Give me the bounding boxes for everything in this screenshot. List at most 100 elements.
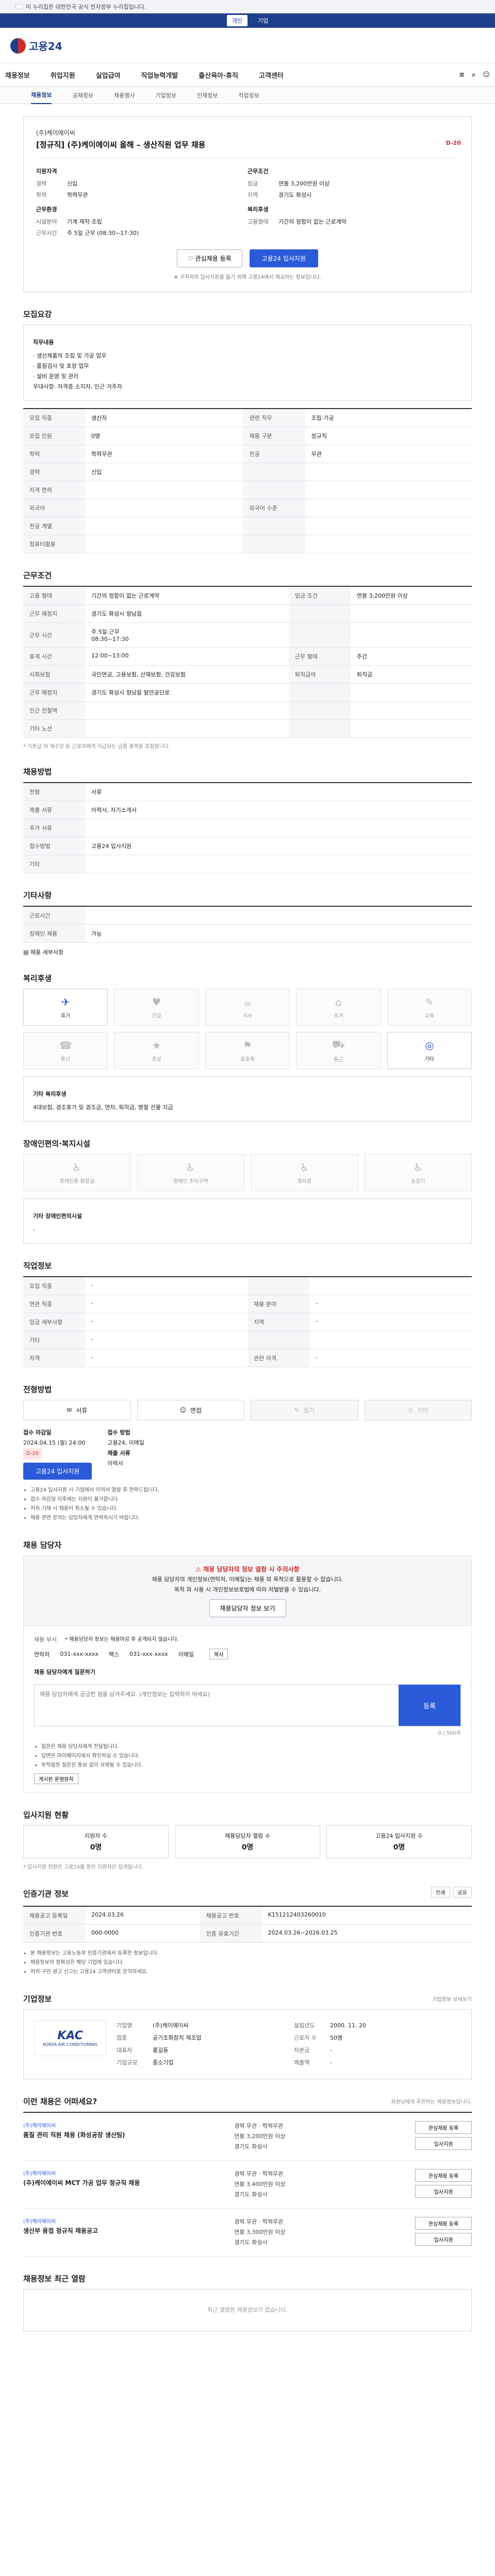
- qa-input[interactable]: [35, 1685, 399, 1726]
- copy-button[interactable]: 복사: [209, 1649, 228, 1659]
- subnav-item[interactable]: 인재정보: [197, 91, 218, 99]
- posting-tool-button[interactable]: 공유: [453, 1887, 472, 1897]
- accessibility-icon: ♿: [413, 1161, 423, 1174]
- table-row: 컴퓨터활용: [23, 535, 472, 553]
- method-note: 채용 관련 문의는 담당자에게 연락하시기 바랍니다.: [30, 1514, 472, 1523]
- recommend-item[interactable]: (주)케이에이씨 품질 관리 직원 채용 (화성공장 생산팀) 경력 무관 · 학력…: [23, 2113, 472, 2161]
- recommend-company[interactable]: (주)케이에이씨: [23, 2121, 234, 2129]
- row-key: 컴퓨터활용: [23, 535, 85, 553]
- welfare-label: 휴가: [60, 1013, 71, 1019]
- recommend-scrap-button[interactable]: 관심채용 등록: [415, 2121, 472, 2134]
- extra-table: 근로시간 장애인 채용 가능: [23, 906, 472, 943]
- table-row: 인근 전철역: [23, 701, 472, 720]
- info-value: 기계 제작·조립: [67, 218, 102, 225]
- scrap-button[interactable]: ♡ 관심채용 등록: [177, 249, 242, 267]
- subnav-item[interactable]: 공채정보: [72, 91, 93, 99]
- gnb-item[interactable]: 실업급여: [96, 70, 121, 80]
- recommend-title[interactable]: 생산부 용접 정규직 채용공고: [23, 2226, 234, 2235]
- recommend-detail: 연봉 3,200만원 이상: [234, 2133, 286, 2140]
- company-more-link[interactable]: 기업정보 상세보기: [432, 1995, 472, 2003]
- table-row: 전형 서류: [23, 783, 472, 801]
- table-row: 근무 시간 주 5일 근무 08:30~17:30: [23, 622, 472, 648]
- dept-label: 채용 부서: [34, 1636, 57, 1643]
- recommend-item[interactable]: (주)케이에이씨 (주)케이에이씨 MCT 가공 업무 정규직 채용 경력 무관 ·…: [23, 2161, 472, 2209]
- pencil-icon: ✎: [425, 995, 434, 1008]
- qualification-heading: 지원자격: [36, 168, 57, 175]
- subnav-item[interactable]: 채용행사: [114, 91, 135, 99]
- gnb-item[interactable]: 채용정보: [5, 70, 30, 80]
- recommend-company[interactable]: (주)케이에이씨: [23, 2217, 234, 2225]
- menu-icon[interactable]: ≡: [459, 71, 465, 79]
- subnav-item[interactable]: 직업정보: [238, 91, 259, 99]
- table-row: 접수방법 고용24 입사지원: [23, 837, 472, 855]
- contact-title: 채용 담당자: [23, 1540, 62, 1550]
- gnb-item[interactable]: 고객센터: [259, 70, 284, 80]
- table-row: 장애인 채용 가능: [23, 924, 472, 943]
- gnb-item[interactable]: 직업능력개발: [141, 70, 178, 80]
- recommend-scrap-button[interactable]: 관심채용 등록: [415, 2217, 472, 2230]
- topbar-individual[interactable]: 개인: [226, 15, 248, 26]
- korea-flag-icon: [15, 4, 23, 9]
- apply-button[interactable]: 고용24 입사지원: [249, 249, 318, 267]
- search-icon[interactable]: ⌕: [472, 71, 475, 79]
- method-apply-button[interactable]: 고용24 입사지원: [23, 1463, 92, 1480]
- person-icon: ☺: [179, 1406, 186, 1414]
- recruit-table: 모집 직종 생산직 관련 직무 조립·가공 모집 인원 0명 채용 구분 정규직 학력 학력무관 전…: [23, 408, 472, 553]
- duty-line: 우대사항: 자격증 소지자, 인근 거주자: [33, 383, 122, 390]
- recommend-title[interactable]: (주)케이에이씨 MCT 가공 업무 정규직 채용: [23, 2178, 234, 2187]
- contact-warning: ⚠ 채용 담당자의 정보 열람 시 주의사항: [195, 1566, 300, 1573]
- extra-detail-link[interactable]: ▤ 채용 세부사항: [23, 948, 472, 956]
- recommend-apply-button[interactable]: 입사지원: [415, 2233, 472, 2246]
- row-key2: 관련 직무: [243, 409, 305, 427]
- table-row: 휴게 시간 12:00~13:00 근무 형태 주간: [23, 647, 472, 666]
- recommend-detail: 경력 무관 · 학력무관: [234, 2171, 284, 2177]
- screening-table: 전형 서류 제출 서류 이력서, 자기소개서 추가 서류 접수방법 고용24 입사지원 기타: [23, 782, 472, 873]
- info-value: 신입: [67, 180, 78, 187]
- method-label: 기타: [417, 1406, 429, 1414]
- contact-line1: 채용 담당자의 개인정보(연락처, 이메일)는 채용 외 목적으로 활용할 수 …: [152, 1576, 343, 1583]
- row-key2: 외국어 수준: [243, 499, 305, 517]
- row-key: 인증기관 번호: [23, 1924, 85, 1943]
- status-value: 0명: [90, 1843, 102, 1852]
- row-key: 모집 직종: [23, 1277, 85, 1295]
- recommend-apply-button[interactable]: 입사지원: [415, 2137, 472, 2150]
- subnav-item[interactable]: 기업정보: [155, 91, 176, 99]
- view-contact-button[interactable]: 채용담당자 정보 보기: [209, 1599, 286, 1617]
- apply-method-label: 접수 방법: [107, 1429, 130, 1436]
- info-value: 주 5일 근무 (08:30~17:30): [67, 230, 139, 236]
- qa-submit-button[interactable]: 등록: [399, 1685, 460, 1726]
- welfare-label: 통근: [334, 1057, 343, 1063]
- rules-button[interactable]: 게시판 운영원칙: [34, 1773, 78, 1784]
- table-row: 기타 -: [23, 1331, 472, 1349]
- user-icon[interactable]: ☺: [483, 71, 490, 79]
- row-value2: 정규직: [305, 427, 472, 445]
- company-info-row: 기업규모 중소기업: [117, 2057, 284, 2069]
- row-value2: 조립·가공: [305, 409, 472, 427]
- info-row: 시설분야 기계 제작·조립: [36, 216, 248, 228]
- pwd-label: 장애인 주차구역: [173, 1178, 208, 1184]
- gnb-item[interactable]: 취업지원: [51, 70, 75, 80]
- gnb-item[interactable]: 출산육아·휴직: [199, 70, 238, 80]
- row-key: 경력: [23, 463, 85, 481]
- extra-title: 기타사항: [23, 891, 52, 900]
- company-info-value: 50명: [330, 2035, 343, 2041]
- row-value2: -: [309, 1295, 472, 1313]
- recommend-item[interactable]: (주)케이에이씨 생산부 용접 정규직 채용공고 경력 무관 · 학력무관 연봉 3,…: [23, 2209, 472, 2257]
- accessibility-icon: ♿: [72, 1161, 82, 1174]
- site-logo[interactable]: 고용24: [10, 38, 62, 54]
- recommend-company[interactable]: (주)케이에이씨: [23, 2169, 234, 2177]
- row-value2: K151212403260010: [261, 1906, 472, 1925]
- posting-tool-button[interactable]: 인쇄: [431, 1887, 450, 1897]
- recommend-title[interactable]: 품질 관리 직원 채용 (화성공장 생산팀): [23, 2130, 234, 2139]
- contact-note-item: 질문은 채용 담당자에게 전달됩니다.: [41, 1742, 461, 1752]
- topbar-company[interactable]: 기업: [258, 16, 268, 25]
- recommend-apply-button[interactable]: 입사지원: [415, 2185, 472, 2198]
- row-key2: 관련 자격: [248, 1349, 309, 1367]
- subnav-item[interactable]: 채용정보: [31, 91, 52, 104]
- table-row: 모집 직종 생산직 관련 직무 조립·가공: [23, 409, 472, 427]
- company-name[interactable]: (주)케이에이씨: [36, 128, 459, 137]
- pwd-item: ♿ 장애인 주차구역: [137, 1154, 244, 1191]
- duty-line: · 품질검사 및 포장 업무: [33, 363, 89, 369]
- recommend-scrap-button[interactable]: 관심채용 등록: [415, 2169, 472, 2182]
- company-info-key: 기업명: [117, 2022, 133, 2029]
